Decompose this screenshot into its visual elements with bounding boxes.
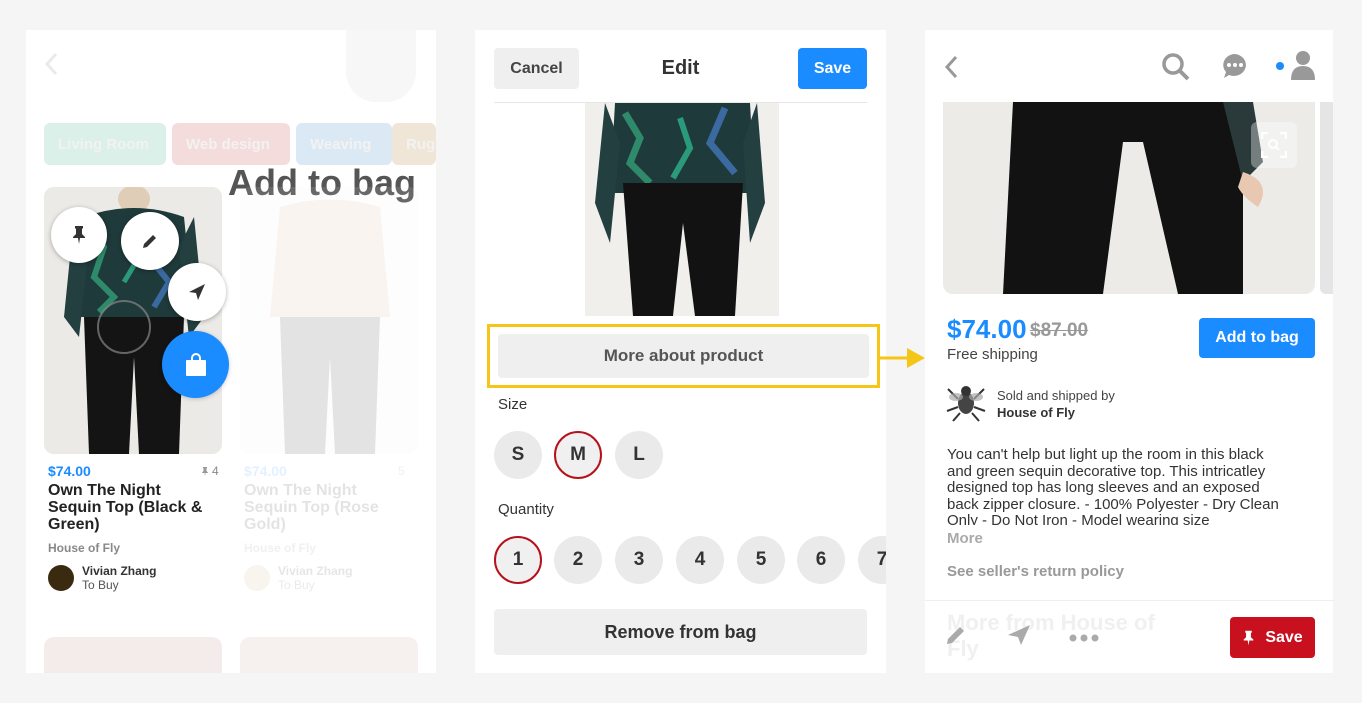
back-arrow-icon[interactable]	[944, 55, 958, 79]
product-detail-panel: $74.00 $87.00 Free shipping Add to bag S…	[925, 30, 1333, 673]
size-option-l[interactable]: L	[615, 431, 663, 479]
size-label: Size	[498, 396, 528, 413]
notification-dot	[1276, 62, 1284, 70]
pin-save-count: 5	[398, 464, 405, 478]
pin-icon	[71, 225, 87, 245]
save-pin-label: Save	[1265, 628, 1303, 646]
sold-by-label: Sold and shipped by	[997, 388, 1115, 403]
quantity-option-1[interactable]: 1	[494, 536, 542, 584]
user-name: Vivian Zhang	[278, 564, 353, 578]
send-action-button[interactable]	[168, 263, 226, 321]
next-pin-image[interactable]	[240, 637, 418, 673]
chip-living-room[interactable]: Living Room	[44, 123, 166, 165]
pin-save-count: 4	[201, 464, 219, 478]
pin-attribution[interactable]: Vivian Zhang To Buy	[244, 564, 352, 592]
send-icon	[188, 283, 206, 301]
pin-brand: House of Fly	[244, 541, 317, 555]
pin-title[interactable]: Own The Night Sequin Top (Black & Green)	[48, 482, 218, 533]
quantity-option-5[interactable]: 5	[737, 536, 785, 584]
size-option-m[interactable]: M	[554, 431, 602, 479]
add-to-bag-action-button[interactable]	[162, 331, 229, 398]
chip-weaving[interactable]: Weaving	[296, 123, 392, 165]
quantity-option-4[interactable]: 4	[676, 536, 724, 584]
quantity-option-2[interactable]: 2	[554, 536, 602, 584]
edit-action-button[interactable]	[121, 212, 179, 270]
product-image	[585, 103, 779, 316]
pin-attribution[interactable]: Vivian Zhang To Buy	[48, 564, 156, 592]
avatar	[244, 565, 270, 591]
pencil-icon	[141, 232, 159, 250]
avatar	[48, 565, 74, 591]
quantity-option-6[interactable]: 6	[797, 536, 845, 584]
quantity-option-7[interactable]: 7	[858, 536, 886, 584]
product-price: $74.00	[947, 314, 1027, 344]
quantity-option-3[interactable]: 3	[615, 536, 663, 584]
back-arrow-icon[interactable]	[44, 52, 58, 76]
pin-icon	[1242, 629, 1255, 647]
edit-pencil-icon[interactable]	[945, 624, 967, 646]
visual-search-icon	[1261, 132, 1287, 158]
quantity-label: Quantity	[498, 501, 554, 518]
next-image-peek	[1320, 102, 1333, 294]
visual-search-button[interactable]	[1251, 122, 1297, 168]
save-pin-button[interactable]: Save	[1230, 617, 1315, 658]
seller-name[interactable]: House of Fly	[997, 405, 1075, 420]
product-description: You can't help but light up the room in …	[947, 447, 1279, 525]
more-from-seller-heading: More from House of Fly	[947, 610, 1155, 661]
seller-logo[interactable]	[945, 381, 987, 423]
pin-price: $74.00	[244, 463, 287, 479]
pin-action-button[interactable]	[51, 207, 107, 263]
board-name: To Buy	[82, 578, 119, 592]
pin-save-count-value: 4	[212, 464, 219, 478]
top-image-partial	[346, 30, 416, 102]
save-button[interactable]: Save	[798, 48, 867, 89]
add-to-bag-button[interactable]: Add to bag	[1199, 318, 1315, 358]
pin-title[interactable]: Own The Night Sequin Top (Rose Gold)	[244, 482, 414, 533]
pin-count-icon	[201, 466, 209, 477]
more-options-icon[interactable]	[1069, 634, 1099, 642]
remove-from-bag-button[interactable]: Remove from bag	[494, 609, 867, 655]
board-name: To Buy	[278, 578, 315, 592]
profile-icon[interactable]	[1290, 50, 1316, 80]
pin-brand: House of Fly	[48, 541, 121, 555]
next-pin-image[interactable]	[44, 637, 222, 673]
pin-price: $74.00	[48, 463, 91, 479]
return-policy-link[interactable]: See seller's return policy	[947, 563, 1124, 580]
more-about-product-button[interactable]: More about product	[498, 334, 869, 378]
top-nav-bar	[925, 30, 1333, 102]
chip-rug[interactable]: Rug	[392, 123, 436, 165]
callout-arrow-icon	[880, 343, 930, 373]
footer-divider	[925, 600, 1333, 601]
send-icon[interactable]	[1007, 624, 1031, 646]
user-name: Vivian Zhang	[82, 564, 157, 578]
pin-image-rose-gold[interactable]	[240, 187, 418, 454]
original-price: $87.00	[1030, 320, 1089, 341]
chip-web-design[interactable]: Web design	[172, 123, 290, 165]
shipping-info: Free shipping	[947, 346, 1038, 363]
more-link[interactable]: More	[947, 530, 983, 547]
size-option-s[interactable]: S	[494, 431, 542, 479]
home-feed-panel: Living Room Web design Weaving Rug Add t…	[26, 30, 436, 673]
shopping-bag-icon	[185, 352, 207, 377]
search-icon[interactable]	[1161, 52, 1191, 82]
edit-bag-item-panel: Cancel Edit Save More about product Size…	[475, 30, 886, 673]
chat-icon[interactable]	[1221, 52, 1249, 80]
